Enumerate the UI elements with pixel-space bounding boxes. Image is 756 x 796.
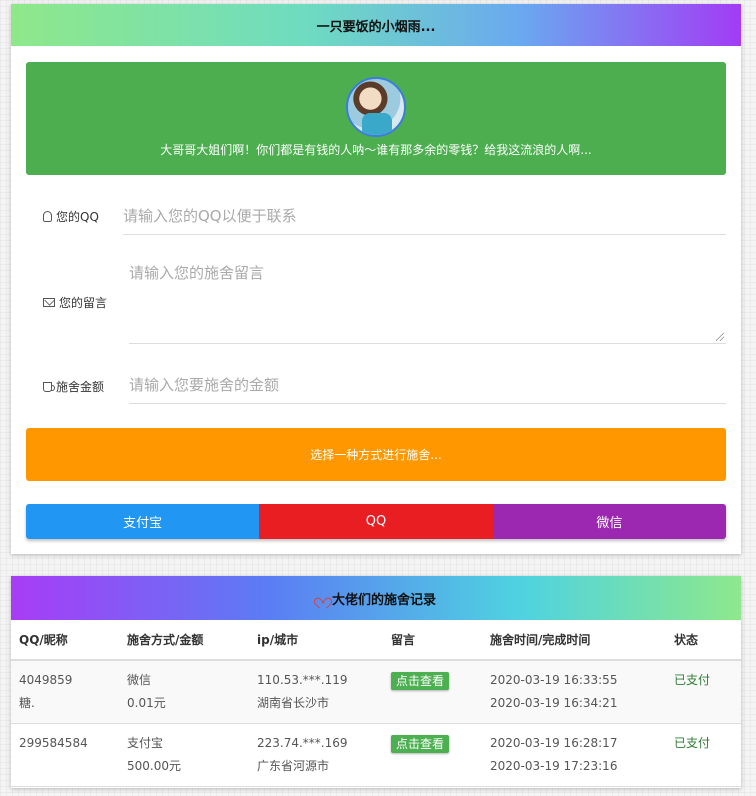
city: 湖南省长沙市: [257, 696, 330, 710]
records-panel: 大佬们的施舍记录 QQ/昵称 施舍方式/金额 ip/城市 留言 施舍时间/完成时…: [11, 576, 741, 788]
choose-method-button[interactable]: 选择一种方式进行施舍...: [26, 428, 726, 481]
pay-method: 支付宝: [127, 736, 164, 750]
column-header-method: 施舍方式/金额: [119, 620, 249, 661]
finish-time: 2020-03-19 17:23:16: [490, 759, 618, 773]
message-cell: 点击查看: [383, 724, 482, 787]
message-field-row: 您的留言 请输入您的施舍留言: [26, 254, 726, 349]
choose-method-label: 选择一种方式进行施舍...: [310, 448, 442, 462]
pay-method: 微信: [127, 673, 152, 687]
payment-method-group: 支付宝 QQ 微信: [26, 504, 726, 539]
method-cell: 支付宝 500.00元: [119, 724, 249, 787]
envelope-icon: [43, 298, 55, 307]
qq-pay-button[interactable]: QQ: [259, 504, 493, 539]
coffee-cup-icon: [43, 381, 55, 392]
qq-cell: 4049859 糖.: [11, 660, 119, 724]
alipay-button[interactable]: 支付宝: [26, 504, 260, 539]
message-label-text: 您的留言: [59, 296, 108, 310]
start-time: 2020-03-19 16:33:55: [490, 673, 618, 687]
amount-input[interactable]: 请输入您要施舍的金额: [129, 370, 726, 404]
city: 广东省河源市: [257, 759, 330, 773]
ip-address: 223.74.***.169: [257, 736, 348, 750]
message-field-label: 您的留言: [43, 294, 107, 311]
records-table-header: QQ/昵称 施舍方式/金额 ip/城市 留言 施舍时间/完成时间 状态: [11, 620, 741, 661]
status-badge: 已支付: [674, 736, 711, 750]
qq-icon: [43, 211, 52, 222]
qq-input[interactable]: 请输入您的QQ以便于联系: [123, 201, 726, 235]
message-cell: 点击查看: [383, 660, 482, 724]
qq-input-placeholder: 请输入您的QQ以便于联系: [123, 207, 297, 225]
message-textarea[interactable]: 请输入您的施舍留言: [129, 254, 726, 344]
finish-time: 2020-03-19 16:34:21: [490, 696, 618, 710]
nickname: 糖.: [19, 696, 35, 710]
start-time: 2020-03-19 16:28:17: [490, 736, 618, 750]
resize-grip-icon[interactable]: [716, 333, 724, 341]
avatar: [346, 77, 406, 137]
amount-label-text: 施舍金额: [56, 380, 105, 394]
column-header-message: 留言: [383, 620, 482, 661]
time-cell: 2020-03-19 16:28:17 2020-03-19 17:23:16: [482, 724, 666, 787]
qq-number: 4049859: [19, 673, 73, 687]
records-panel-header: 大佬们的施舍记录: [11, 576, 741, 620]
view-message-button[interactable]: 点击查看: [391, 672, 450, 690]
view-message-button[interactable]: 点击查看: [391, 735, 450, 753]
status-badge: 已支付: [674, 673, 711, 687]
qq-field-label: 您的QQ: [43, 208, 99, 225]
table-row: 4049859 糖. 微信 0.01元 110.53.***.119 湖南省长沙…: [11, 660, 741, 724]
method-cell: 微信 0.01元: [119, 660, 249, 724]
time-cell: 2020-03-19 16:33:55 2020-03-19 16:34:21: [482, 660, 666, 724]
records-panel-title: 大佬们的施舍记录: [331, 592, 436, 608]
column-header-qq: QQ/昵称: [11, 620, 119, 661]
column-header-ip: ip/城市: [249, 620, 383, 661]
qq-field-row: 您的QQ 请输入您的QQ以便于联系: [26, 199, 726, 239]
records-table: QQ/昵称 施舍方式/金额 ip/城市 留言 施舍时间/完成时间 状态 4049…: [11, 620, 741, 787]
column-header-status: 状态: [666, 620, 741, 661]
amount-field-row: 施舍金额 请输入您要施舍的金额: [26, 368, 726, 408]
banner-text: 大哥哥大姐们啊！你们都是有钱的人呐～谁有那多余的零钱？给我这流浪的人啊...: [160, 143, 592, 157]
wechat-pay-button[interactable]: 微信: [492, 504, 726, 539]
pay-amount: 500.00元: [127, 759, 181, 773]
donate-panel-title: 一只要饭的小烟雨...: [316, 19, 436, 35]
qq-label-text: 您的QQ: [56, 210, 99, 224]
ip-cell: 223.74.***.169 广东省河源市: [249, 724, 383, 787]
status-cell: 已支付: [666, 660, 741, 724]
ip-cell: 110.53.***.119 湖南省长沙市: [249, 660, 383, 724]
ip-address: 110.53.***.119: [257, 673, 348, 687]
pay-amount: 0.01元: [127, 696, 166, 710]
table-row: 299584584 支付宝 500.00元 223.74.***.169 广东省…: [11, 724, 741, 787]
amount-input-placeholder: 请输入您要施舍的金额: [129, 376, 280, 394]
donate-panel-header: 一只要饭的小烟雨...: [11, 4, 741, 46]
donate-panel: 一只要饭的小烟雨... 大哥哥大姐们啊！你们都是有钱的人呐～谁有那多余的零钱？给…: [11, 4, 741, 554]
amount-field-label: 施舍金额: [43, 378, 104, 395]
qq-cell: 299584584: [11, 724, 119, 787]
column-header-time: 施舍时间/完成时间: [482, 620, 666, 661]
qq-number: 299584584: [19, 736, 88, 750]
message-textarea-placeholder: 请输入您的施舍留言: [129, 264, 265, 282]
status-cell: 已支付: [666, 724, 741, 787]
beggar-banner: 大哥哥大姐们啊！你们都是有钱的人呐～谁有那多余的零钱？给我这流浪的人啊...: [26, 62, 726, 175]
heart-icon: [316, 593, 328, 604]
